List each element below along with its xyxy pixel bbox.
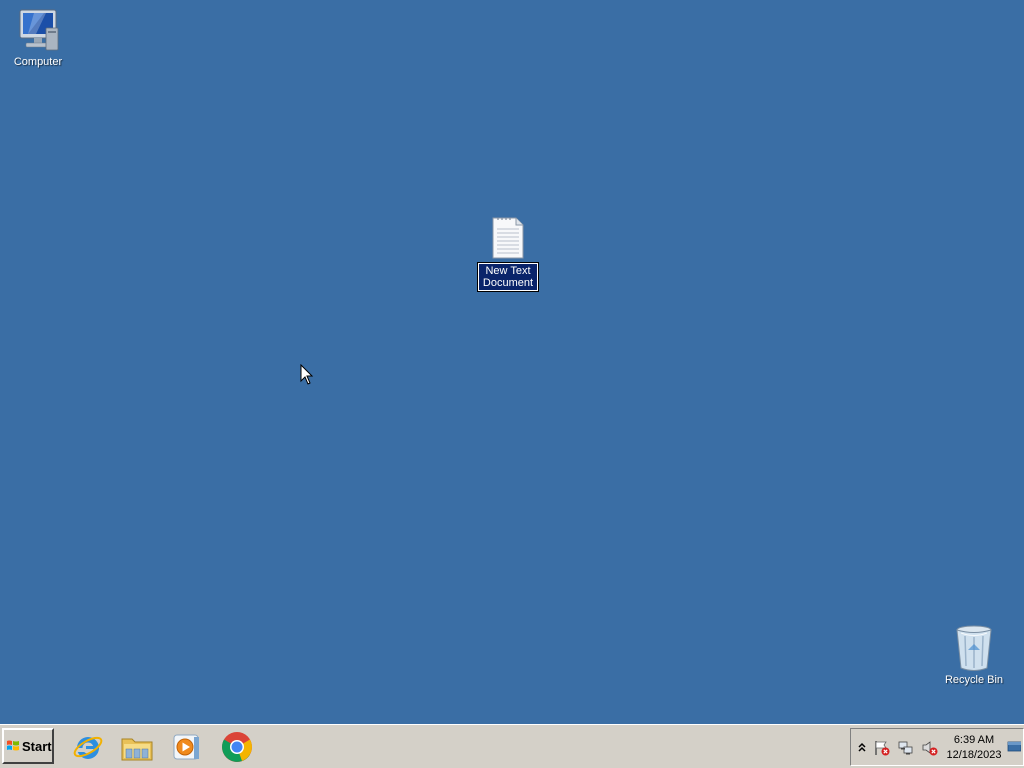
file-explorer-icon: [121, 738, 153, 761]
clock-time: 6:39 AM: [953, 734, 995, 746]
action-center-flag-icon: [875, 741, 890, 756]
rename-textbox[interactable]: New Text Document: [477, 262, 539, 292]
internet-explorer-icon: [73, 736, 103, 759]
chevron-up-icon: [858, 742, 866, 752]
action-center-button[interactable]: [873, 739, 891, 757]
taskbar-pin-chrome[interactable]: [217, 729, 257, 765]
taskbar-pin-internet-explorer[interactable]: [68, 729, 108, 765]
windows-flag-icon: [7, 740, 19, 751]
taskbar-pin-media-player[interactable]: [166, 729, 206, 765]
clock-date: 12/18/2023: [946, 749, 1002, 761]
show-hidden-icons-button[interactable]: [853, 738, 871, 756]
desktop[interactable]: Computer New Text Document Recycle Bin: [0, 0, 1024, 724]
chrome-icon: [222, 732, 252, 762]
start-button[interactable]: Start: [2, 728, 54, 764]
desktop-icon-label: Recycle Bin: [944, 674, 1004, 686]
computer-icon: [19, 9, 59, 51]
start-label: Start: [22, 738, 52, 754]
desktop-icon-new-text-document[interactable]: New Text Document: [470, 216, 546, 292]
volume-muted-icon: [922, 741, 938, 756]
recycle-bin-icon: [956, 625, 992, 671]
network-icon: [898, 741, 913, 755]
clock[interactable]: 6:39 AM 12/18/2023: [943, 733, 1005, 763]
desktop-icon-recycle-bin[interactable]: Recycle Bin: [936, 624, 1012, 687]
desktop-icon-label: Computer: [13, 56, 63, 68]
system-tray: 6:39 AM 12/18/2023: [850, 728, 1024, 766]
taskbar: Start 6:39 AM 12/18/2023: [0, 724, 1024, 768]
desktop-icon-computer[interactable]: Computer: [0, 8, 76, 69]
network-button[interactable]: [897, 739, 915, 757]
mouse-cursor-icon: [300, 364, 314, 385]
text-document-icon: [492, 217, 524, 259]
volume-button[interactable]: [921, 739, 939, 757]
media-player-icon: [173, 734, 199, 760]
show-desktop-button[interactable]: [1007, 738, 1021, 756]
taskbar-pin-windows-explorer[interactable]: [117, 729, 157, 765]
